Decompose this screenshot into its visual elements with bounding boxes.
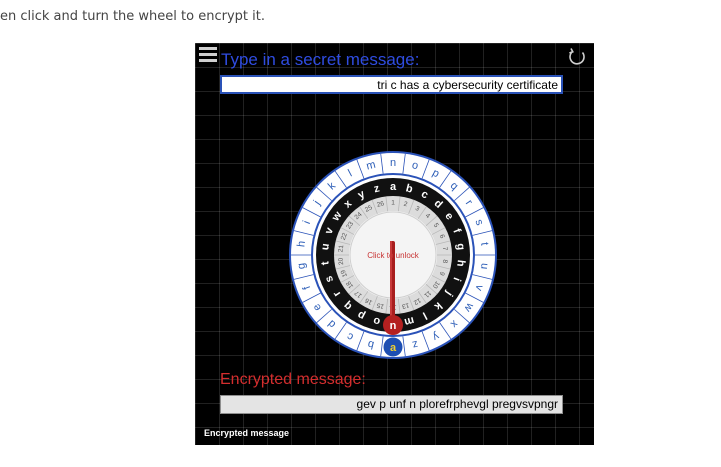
inner-letter-u: u xyxy=(319,243,332,251)
refresh-icon[interactable] xyxy=(566,46,588,68)
encrypted-message-label: Encrypted message: xyxy=(220,371,366,388)
inner-pointer-letter: n xyxy=(390,320,397,332)
inner-letter-a: a xyxy=(390,181,397,193)
instruction-text: en click and turn the wheel to encrypt i… xyxy=(0,9,265,24)
secret-message-label: Type in a secret message: xyxy=(221,50,420,69)
number-label-21: 21 xyxy=(337,244,345,252)
encrypted-message-output: gev p unf n plorefrphevgl pregvsvpngr xyxy=(220,395,563,414)
inner-letter-g: g xyxy=(454,243,467,251)
number-label-1: 1 xyxy=(391,200,395,207)
outer-pointer-letter: a xyxy=(390,342,397,354)
cipher-wheel[interactable]: abcdefghijklmnopqrstuvwxyz nopqrstuvwxyz… xyxy=(287,127,499,359)
number-label-20: 20 xyxy=(337,257,345,265)
caesar-cipher-widget: Type in a secret message: abcdefghijklmn… xyxy=(195,43,594,445)
footer-label: Encrypted message xyxy=(204,428,290,438)
secret-message-input[interactable] xyxy=(220,75,563,94)
hamburger-menu-icon[interactable] xyxy=(199,47,217,63)
unlock-text[interactable]: Click to unlock xyxy=(367,251,420,260)
outer-letter-n: n xyxy=(390,157,396,169)
